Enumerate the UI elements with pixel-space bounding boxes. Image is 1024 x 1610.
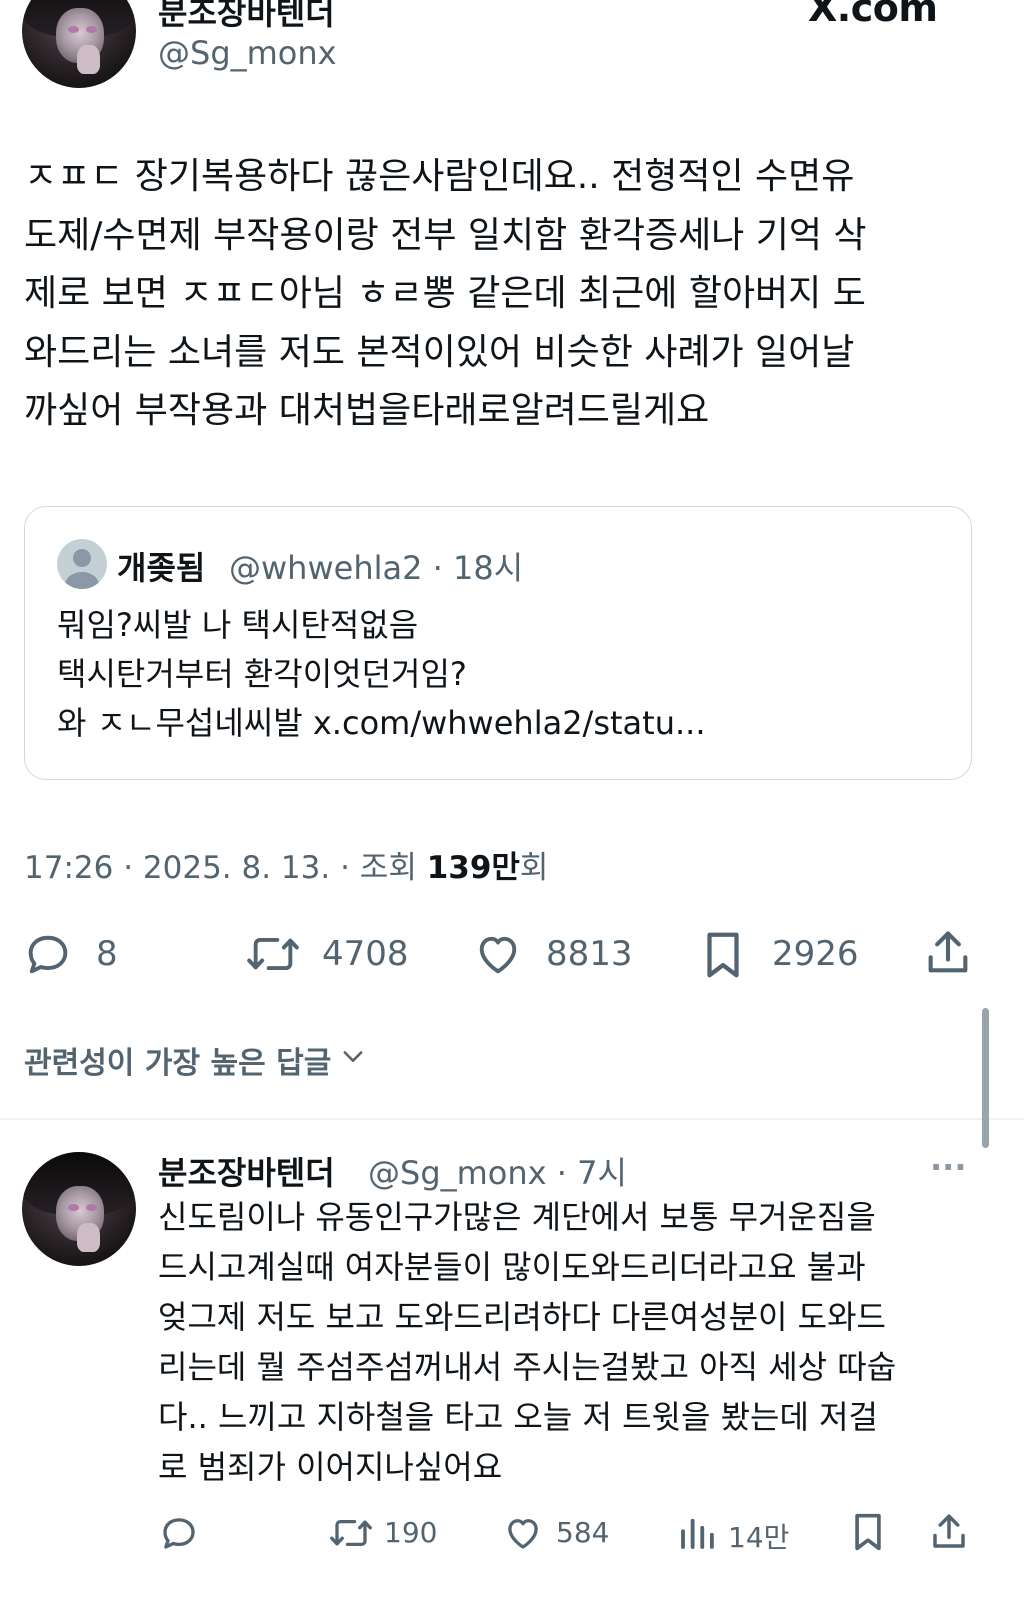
tweet-line: ㅈㅍㄷ 장기복용하다 끊은사람인데요.. 전형적인 수면유 — [24, 156, 855, 197]
reply-sort-dropdown[interactable]: 관련성이 가장 높은 답글 — [24, 1038, 367, 1082]
timestamp-and-views-label: 17:26 · 2025. 8. 13. · 조회 — [24, 850, 427, 886]
like-count: 8813 — [546, 934, 633, 974]
reply-line: 리는데 뭘 주섬주섬꺼내서 주시는걸봤고 아직 세상 따숩 — [158, 1348, 897, 1386]
bar-chart-icon[interactable] — [676, 1512, 718, 1554]
speech-bubble-icon[interactable] — [22, 928, 74, 980]
reply-retweet-count: 190 — [384, 1516, 438, 1549]
site-label: X.com — [808, 0, 938, 30]
tweet-meta: 17:26 · 2025. 8. 13. · 조회 139만회 — [24, 842, 548, 887]
tweet-line: 까싶어 부작용과 대처법을타래로알려드릴게요 — [24, 390, 710, 431]
reply-line: 로 범죄가 이어지나싶어요 — [158, 1448, 503, 1486]
heart-icon[interactable] — [472, 928, 524, 980]
share-icon[interactable] — [928, 1510, 970, 1554]
reply-line: 다.. 느끼고 지하철을 타고 오늘 저 트윗을 봤는데 저걸 — [158, 1398, 878, 1436]
reply-view-count: 14만 — [728, 1521, 790, 1554]
bookmark-count: 2926 — [772, 934, 859, 974]
quoted-line: 뭐임?씨발 나 택시탄적없음 — [57, 606, 419, 644]
views-suffix: 회 — [519, 850, 549, 886]
quoted-line: 택시탄거부터 환각이엇던거임? — [57, 655, 467, 693]
reply-handle-time[interactable]: @Sg_monx · 7시 — [368, 1148, 627, 1194]
view-count: 139만 — [426, 850, 520, 886]
reply-sort-label: 관련성이 가장 높은 답글 — [24, 1046, 332, 1081]
reply-author-avatar[interactable] — [22, 1152, 136, 1266]
retweet-count: 4708 — [322, 934, 409, 974]
retweet-icon[interactable] — [328, 1512, 374, 1554]
author-handle[interactable]: @Sg_monx — [158, 34, 337, 72]
reply-line: 신도림이나 유동인구가많은 계단에서 보통 무거운짐을 — [158, 1198, 876, 1236]
quoted-line: 와 ㅈㄴ무섭네씨발 x.com/whwehla2/statu... — [57, 704, 706, 742]
tweet-line: 와드리는 소녀를 저도 본적이있어 비슷한 사례가 일어날 — [24, 331, 855, 373]
tweet-line: 도제/수면제 부작용이랑 전부 일치함 환각증세나 기억 삭 — [24, 214, 867, 256]
bookmark-icon[interactable] — [698, 928, 748, 982]
reply-line: 드시고계실때 여자분들이 많이도와드리더라고요 불과 — [158, 1248, 866, 1286]
reply-line: 엊그제 저도 보고 도와드리려하다 다른여성분이 도와드 — [158, 1298, 886, 1336]
speech-bubble-icon[interactable] — [158, 1512, 200, 1554]
reply-display-name[interactable]: 분조장바텐더 — [158, 1148, 335, 1194]
chevron-down-icon — [339, 1042, 367, 1078]
retweet-icon[interactable] — [244, 928, 302, 980]
author-display-name[interactable]: 분조장바텐더 — [158, 0, 335, 34]
more-options-icon[interactable]: ··· — [930, 1148, 966, 1186]
section-divider — [0, 1118, 1024, 1120]
tweet-line: 제로 보면 ㅈㅍㄷ아님 ㅎㄹ뽕 같은데 최근에 할아버지 도 — [24, 273, 866, 314]
heart-icon[interactable] — [502, 1512, 544, 1554]
reply-like-count: 584 — [556, 1516, 610, 1549]
reply-body: 신도림이나 유동인구가많은 계단에서 보통 무거운짐을 드시고계실때 여자분들이… — [158, 1192, 1008, 1492]
quoted-handle-time: @whwehla2 · 18시 — [229, 549, 524, 587]
scrollbar-thumb[interactable] — [982, 1008, 989, 1148]
quoted-tweet-card[interactable]: 개좆됨 @whwehla2 · 18시 뭐임?씨발 나 택시탄적없음 택시탄거부… — [24, 506, 972, 780]
bookmark-icon[interactable] — [848, 1510, 888, 1554]
reply-count: 8 — [96, 934, 118, 974]
tweet-body: ㅈㅍㄷ 장기복용하다 끊은사람인데요.. 전형적인 수면유 도제/수면제 부작용… — [24, 148, 1004, 441]
quoted-display-name: 개좆됨 — [117, 549, 206, 587]
default-avatar-icon — [57, 539, 107, 589]
author-avatar[interactable] — [22, 0, 136, 88]
share-icon[interactable] — [922, 926, 974, 980]
